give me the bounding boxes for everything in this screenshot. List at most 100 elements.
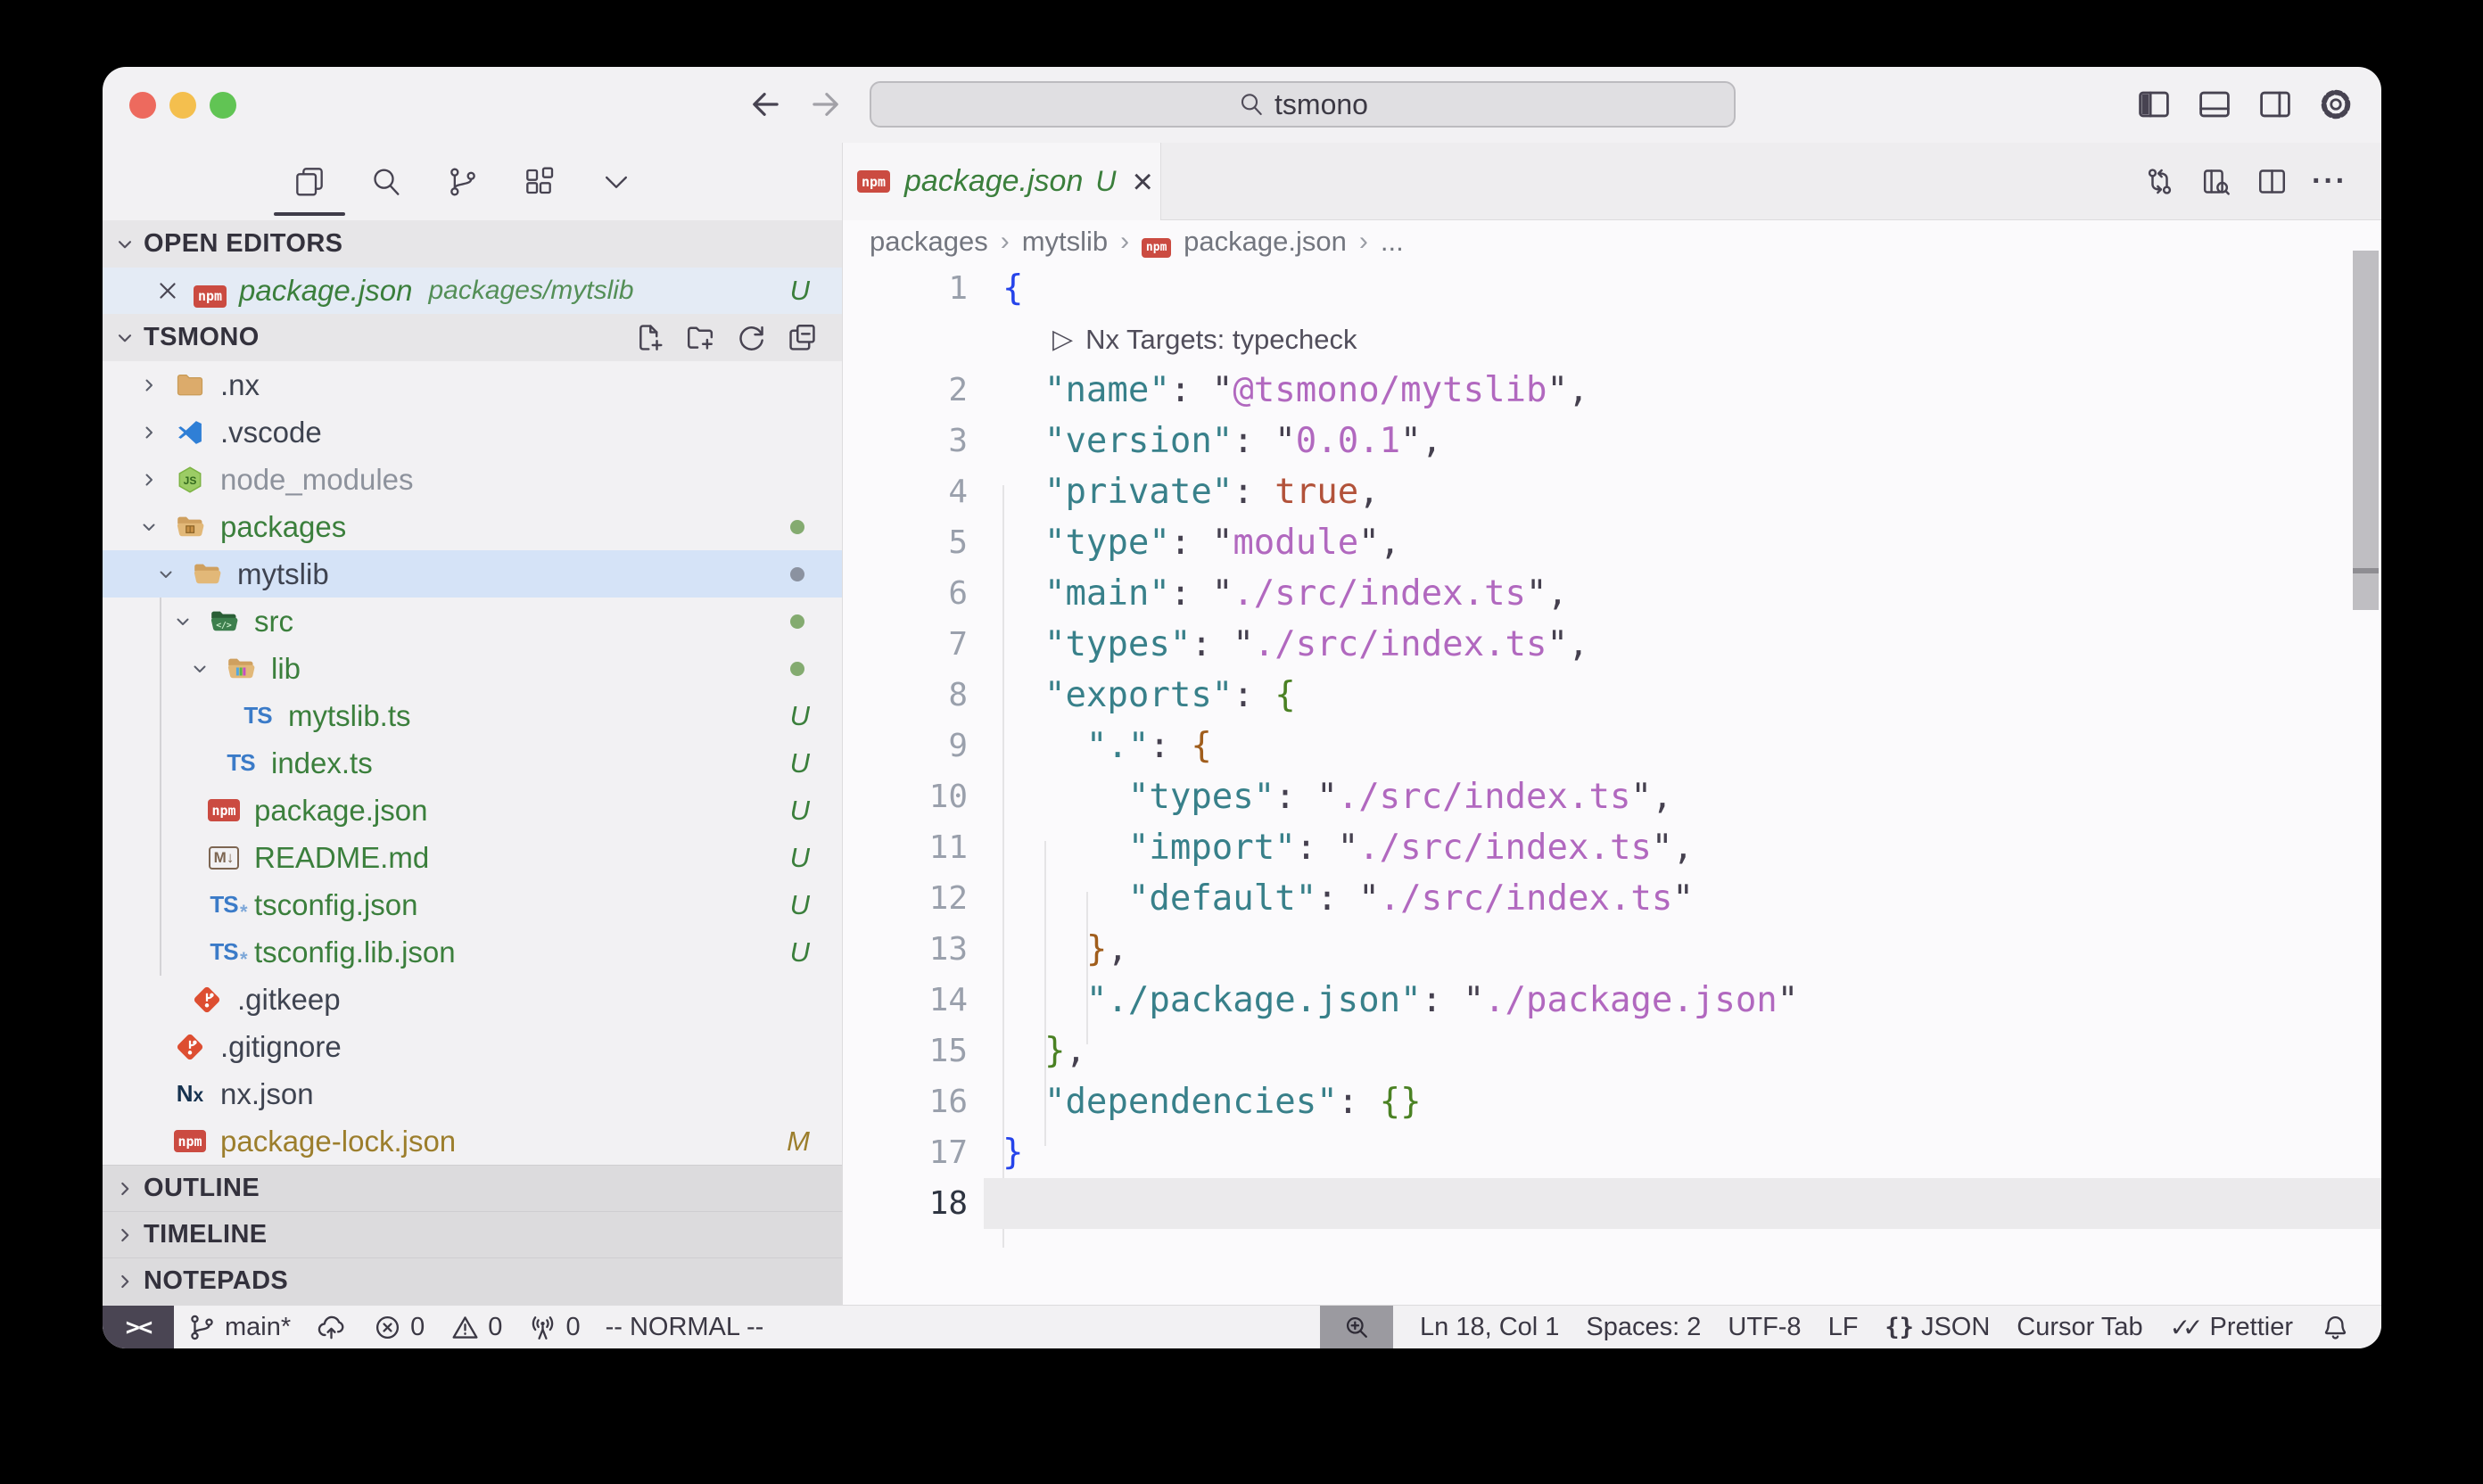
status-language-mode[interactable]: {}JSON [1885,1313,1990,1342]
status-bar: >< main*000-- NORMAL -- Ln 18, Col 1Spac… [103,1305,2381,1348]
code-text: "types": "./src/index.ts", [1002,777,1672,817]
status-ports[interactable]: 0 [527,1312,580,1343]
tab-package-json[interactable]: npm package.json U × [843,143,1161,220]
tab-label: package.json [904,164,1083,199]
close-tab-icon[interactable]: × [1132,164,1152,200]
tree-item--gitignore[interactable]: .gitignore [103,1023,842,1070]
tree-item-mytslib[interactable]: mytslib [103,550,842,598]
status-publish[interactable] [316,1312,347,1343]
tree-item-packages[interactable]: packages [103,503,842,550]
new-file-icon[interactable] [633,321,666,354]
gear-icon[interactable] [2317,86,2355,123]
open-editors-header[interactable]: OPEN EDITORS [103,220,842,268]
status-git-branch[interactable]: main* [186,1312,291,1343]
status-notifications[interactable] [2320,1312,2351,1343]
line-number: 1 [843,270,968,307]
sidebar: OPEN EDITORS npm package.json packages/m… [103,143,843,1305]
breadcrumb-item[interactable]: ... [1381,226,1404,258]
panel-label: OUTLINE [144,1174,260,1203]
tree-item-mytslib-ts[interactable]: TSmytslib.tsU [103,692,842,739]
status-zoom[interactable] [1320,1306,1393,1348]
tsconfig-icon: TS* [208,936,240,969]
status-prettier[interactable]: ✓✓Prettier [2170,1313,2293,1342]
files-icon[interactable] [292,164,327,200]
forward-icon[interactable] [807,86,845,123]
tree-item-label: package.json [254,794,427,828]
md-icon: M↓ [208,842,240,874]
editor-scrollbar[interactable] [2353,251,2379,610]
tree-item-tsconfig-lib-json[interactable]: TS*tsconfig.lib.jsonU [103,928,842,976]
run-icon[interactable]: ▷ [1052,324,1073,355]
status-cursor-tab[interactable]: Cursor Tab [2017,1313,2142,1342]
codelens-row[interactable]: ▷Nx Targets: typecheck [843,314,2381,365]
panel-header-outline[interactable]: OUTLINE [103,1165,842,1211]
tree-item-label: .nx [220,368,260,402]
chevron-right-icon [138,422,160,443]
status-indentation[interactable]: Spaces: 2 [1586,1313,1701,1342]
status-cursor-position[interactable]: Ln 18, Col 1 [1420,1313,1559,1342]
line-number: 7 [843,626,968,663]
tree-item-readme-md[interactable]: M↓README.mdU [103,834,842,881]
explorer-root-header[interactable]: TSMONO [103,314,842,361]
breadcrumb-item[interactable]: package.json [1184,226,1347,258]
code-line-17: 17} [843,1127,2381,1178]
minimize-window-button[interactable] [169,92,196,119]
codelens-nx-targets[interactable]: ▷Nx Targets: typecheck [1002,324,1357,356]
tree-item-index-ts[interactable]: TSindex.tsU [103,739,842,787]
code-text: "default": "./src/index.ts" [1002,878,1694,919]
panel-header-notepads[interactable]: NOTEPADS [103,1257,842,1304]
toggle-secondary-sidebar-icon[interactable] [2256,86,2294,123]
new-folder-icon[interactable] [684,321,717,354]
line-number: 11 [843,829,968,866]
breadcrumb-item[interactable]: packages [870,226,988,258]
tree-item-lib[interactable]: lib [103,645,842,692]
tree-item-package-lock-json[interactable]: npmpackage-lock.jsonM [103,1117,842,1165]
close-window-button[interactable] [129,92,156,119]
refresh-icon[interactable] [735,321,768,354]
tree-item--nx[interactable]: .nx [103,361,842,408]
panel-header-timeline[interactable]: TIMELINE [103,1211,842,1257]
npm-icon: npm [857,170,890,193]
status-warnings[interactable]: 0 [450,1312,502,1343]
chevron-down-icon[interactable] [598,164,634,200]
sidebar-bottom-panels: OUTLINE TIMELINENOTEPADS [103,1165,842,1305]
extensions-icon[interactable] [522,164,557,200]
remote-indicator[interactable]: >< [103,1306,174,1348]
changes-icon[interactable] [2143,165,2176,198]
open-editor-item[interactable]: npm package.json packages/mytslib U [103,268,842,314]
tree-item-src[interactable]: </>src [103,598,842,645]
tree-item-label: src [254,605,293,639]
status-vim-mode[interactable]: -- NORMAL -- [606,1313,764,1342]
toggle-panel-icon[interactable] [2196,86,2233,123]
close-editor-icon[interactable] [154,277,181,304]
source-control-icon[interactable] [445,164,481,200]
tree-item--gitkeep[interactable]: .gitkeep [103,976,842,1023]
search-icon[interactable] [368,164,404,200]
tree-item-tsconfig-json[interactable]: TS*tsconfig.jsonU [103,881,842,928]
status-encoding[interactable]: UTF-8 [1728,1313,1801,1342]
preview-search-icon[interactable] [2199,165,2232,198]
tab-git-badge: U [1095,165,1116,198]
collapse-all-icon[interactable] [786,321,819,354]
toggle-primary-sidebar-icon[interactable] [2135,86,2173,123]
code-editor[interactable]: 1{▷Nx Targets: typecheck2 "name": "@tsmo… [843,263,2381,1229]
tree-item-node-modules[interactable]: JSnode_modules [103,456,842,503]
git-status-dot [790,614,804,629]
breadcrumb-item[interactable]: mytslib [1022,226,1108,258]
split-editor-icon[interactable] [2256,165,2289,198]
command-center-search[interactable]: tsmono [870,81,1736,128]
back-icon[interactable] [747,86,784,123]
more-actions-icon[interactable]: ··· [2312,164,2347,199]
status-errors[interactable]: 0 [372,1312,425,1343]
status-eol[interactable]: LF [1828,1313,1859,1342]
code-text: "type": "module", [1002,523,1400,563]
zoom-window-button[interactable] [210,92,236,119]
tree-item-label: package-lock.json [220,1125,456,1158]
status-label: Spaces: 2 [1586,1313,1701,1342]
line-number: 10 [843,779,968,815]
tree-item--vscode[interactable]: .vscode [103,408,842,456]
tree-item-package-json[interactable]: npmpackage.jsonU [103,787,842,834]
tree-item-nx-json[interactable]: Nxnx.json [103,1070,842,1117]
chevron-right-icon [113,1270,136,1293]
folder-packages-icon [174,511,206,543]
